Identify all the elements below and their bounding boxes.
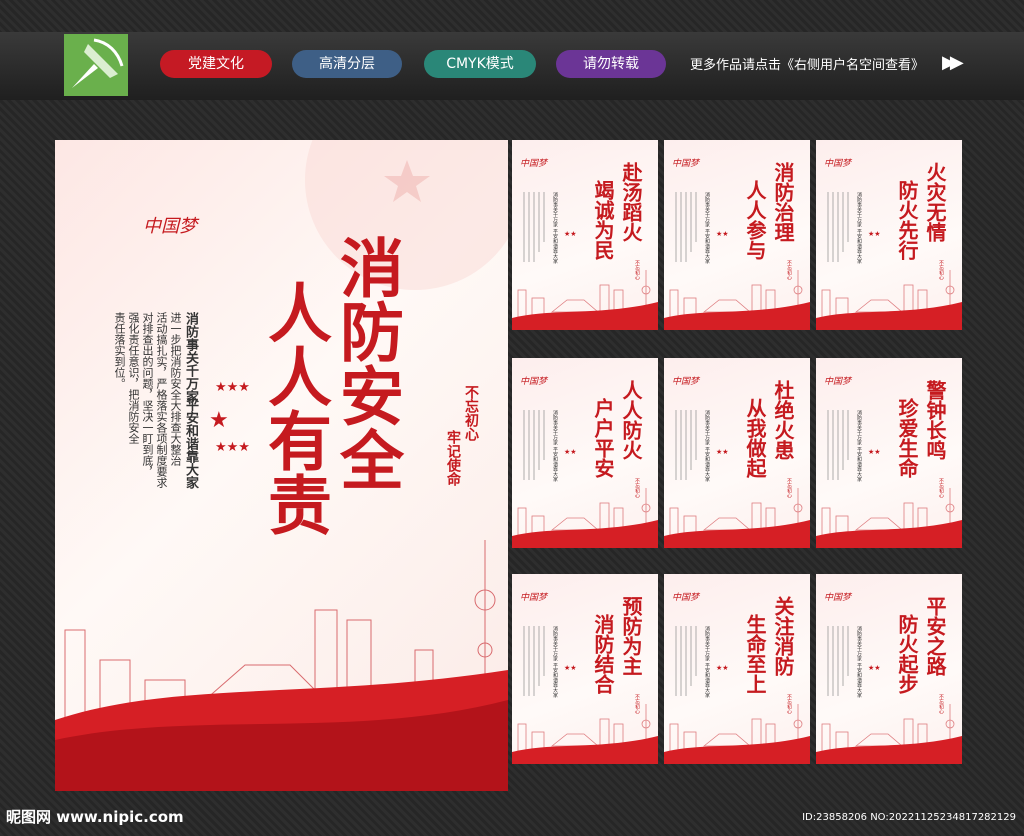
- image-id: ID:23858206 NO:20221125234817282129: [802, 812, 1016, 823]
- star-decoration-icon: ★★★: [215, 440, 250, 455]
- china-dream-logo: 中国梦: [824, 159, 852, 169]
- pill-hd-layers[interactable]: 高清分层: [292, 50, 402, 78]
- china-dream-logo: 中国梦: [824, 377, 852, 387]
- china-dream-logo: 中国梦: [520, 159, 548, 169]
- small-poster: 中国梦 消防治理 人人参与 消防事关千万家 平安和谐靠大家 ★★ 不忘初心: [664, 140, 810, 330]
- small-poster-title-line1: 关注消防: [771, 596, 795, 676]
- small-badge: 不忘初心: [786, 260, 792, 280]
- china-dream-logo: 中国梦: [672, 377, 700, 387]
- pill-party-culture[interactable]: 党建文化: [160, 50, 272, 78]
- small-poster-title-line1: 人人防火: [619, 380, 643, 460]
- small-poster: 中国梦 警钟长鸣 珍爱生命 消防事关千万家 平安和谐靠大家 ★★ 不忘初心: [816, 358, 962, 548]
- star-decoration-icon: ★: [209, 408, 229, 433]
- promo-text[interactable]: 更多作品请点击《右侧用户名空间查看》: [690, 54, 924, 73]
- small-poster: 中国梦 火灾无情 防火先行 消防事关千万家 平安和谐靠大家 ★★ 不忘初心: [816, 140, 962, 330]
- small-badge: 不忘初心: [786, 478, 792, 498]
- text-lines-graphic: [675, 626, 697, 696]
- small-poster-title-line2: 人人参与: [743, 180, 767, 260]
- text-lines-graphic: [827, 192, 849, 262]
- small-poster: 中国梦 预防为主 消防结合 消防事关千万家 平安和谐靠大家 ★★ 不忘初心: [512, 574, 658, 764]
- china-dream-logo: 中国梦: [520, 593, 548, 603]
- body-col: 责任落实到位。: [113, 312, 126, 389]
- double-arrow-icon[interactable]: ▶▶: [942, 52, 964, 73]
- slogan-col1: 消防事关千万家: [183, 312, 198, 403]
- text-lines-graphic: [523, 626, 545, 696]
- small-poster-title-line1: 杜绝火患: [771, 380, 795, 460]
- star-decoration-icon: ★★: [716, 448, 729, 456]
- small-badge: 不忘初心: [786, 694, 792, 714]
- small-poster-slogan: 消防事关千万家 平安和谐靠大家: [856, 626, 862, 698]
- slogan-col2: 平安和谐靠大家: [183, 398, 198, 489]
- small-poster-title-line1: 预防为主: [619, 596, 643, 676]
- text-lines-graphic: [827, 410, 849, 480]
- small-badge: 不忘初心: [938, 694, 944, 714]
- small-poster: 中国梦 杜绝火患 从我做起 消防事关千万家 平安和谐靠大家 ★★ 不忘初心: [664, 358, 810, 548]
- site-watermark: 昵图网 www.nipic.com: [6, 808, 184, 826]
- china-dream-logo: 中国梦: [824, 593, 852, 603]
- small-poster-title-line2: 防火起步: [895, 614, 919, 694]
- star-decoration-icon: ★★: [564, 230, 577, 238]
- small-poster-slogan: 消防事关千万家 平安和谐靠大家: [552, 626, 558, 698]
- text-lines-graphic: [675, 410, 697, 480]
- text-lines-graphic: [675, 192, 697, 262]
- pill-no-repost[interactable]: 请勿转载: [556, 50, 666, 78]
- small-poster: 中国梦 关注消防 生命至上 消防事关千万家 平安和谐靠大家 ★★ 不忘初心: [664, 574, 810, 764]
- small-poster: 中国梦 赴汤蹈火 竭诚为民 消防事关千万家 平安和谐靠大家 ★★ 不忘初心: [512, 140, 658, 330]
- text-lines-graphic: [827, 626, 849, 696]
- body-col: 对排查出的问题，坚决一盯到底，: [141, 312, 154, 477]
- main-title-col2: 人人有责: [257, 280, 332, 536]
- china-dream-logo: 中国梦: [143, 216, 197, 237]
- small-poster-title-line1: 火灾无情: [923, 162, 947, 242]
- badge-col1: 不忘初心: [463, 385, 479, 441]
- small-poster-title-line2: 户户平安: [591, 398, 615, 478]
- logo-icon: [64, 34, 128, 96]
- small-badge: 不忘初心: [938, 260, 944, 280]
- small-poster-title-line2: 消防结合: [591, 614, 615, 694]
- small-badge: 不忘初心: [938, 478, 944, 498]
- small-poster-slogan: 消防事关千万家 平安和谐靠大家: [704, 410, 710, 482]
- small-poster-slogan: 消防事关千万家 平安和谐靠大家: [552, 410, 558, 482]
- small-poster-slogan: 消防事关千万家 平安和谐靠大家: [856, 192, 862, 264]
- star-decoration-icon: ★★: [564, 664, 577, 672]
- star-decoration-icon: ★★: [868, 448, 881, 456]
- pill-cmyk[interactable]: CMYK模式: [424, 50, 536, 78]
- small-poster-title-line1: 消防治理: [771, 162, 795, 242]
- small-badge: 不忘初心: [634, 694, 640, 714]
- china-dream-logo: 中国梦: [672, 593, 700, 603]
- small-poster-slogan: 消防事关千万家 平安和谐靠大家: [856, 410, 862, 482]
- star-decoration-icon: ★★: [868, 230, 881, 238]
- small-poster-title-line2: 防火先行: [895, 180, 919, 260]
- small-poster: 中国梦 人人防火 户户平安 消防事关千万家 平安和谐靠大家 ★★ 不忘初心: [512, 358, 658, 548]
- small-badge: 不忘初心: [634, 260, 640, 280]
- body-col: 活动搞扎实，严格落实各项制度要求: [155, 312, 168, 488]
- small-poster-title-line2: 从我做起: [743, 398, 767, 478]
- small-poster-title-line1: 赴汤蹈火: [619, 162, 643, 242]
- small-poster-title-line2: 竭诚为民: [591, 180, 615, 260]
- star-decoration-icon: ★★: [716, 664, 729, 672]
- small-poster-title-line1: 警钟长鸣: [923, 380, 947, 460]
- small-poster-slogan: 消防事关千万家 平安和谐靠大家: [552, 192, 558, 264]
- star-decoration-icon: ★★: [716, 230, 729, 238]
- body-col: 进一步把消防安全大排查大整治: [169, 312, 182, 466]
- body-col: 强化责任意识，把消防安全: [127, 312, 140, 444]
- china-dream-logo: 中国梦: [672, 159, 700, 169]
- text-lines-graphic: [523, 192, 545, 262]
- badge-col2: 牢记使命: [445, 430, 461, 486]
- small-poster-title-line2: 珍爱生命: [895, 398, 919, 478]
- star-decoration-icon: ★★: [868, 664, 881, 672]
- small-poster: 中国梦 平安之路 防火起步 消防事关千万家 平安和谐靠大家 ★★ 不忘初心: [816, 574, 962, 764]
- china-dream-logo: 中国梦: [520, 377, 548, 387]
- text-lines-graphic: [523, 410, 545, 480]
- small-poster-title-line2: 生命至上: [743, 614, 767, 694]
- small-badge: 不忘初心: [634, 478, 640, 498]
- small-poster-slogan: 消防事关千万家 平安和谐靠大家: [704, 192, 710, 264]
- small-poster-title-line1: 平安之路: [923, 596, 947, 676]
- small-poster-slogan: 消防事关千万家 平安和谐靠大家: [704, 626, 710, 698]
- main-title-col1: 消防安全: [329, 235, 404, 491]
- main-poster: 中国梦 消防安全 人人有责 不忘初心 牢记使命 ★★★ ★ ★★★ 消防事关千万…: [55, 140, 508, 791]
- star-decoration-icon: ★★: [564, 448, 577, 456]
- star-decoration-icon: ★★★: [215, 380, 250, 395]
